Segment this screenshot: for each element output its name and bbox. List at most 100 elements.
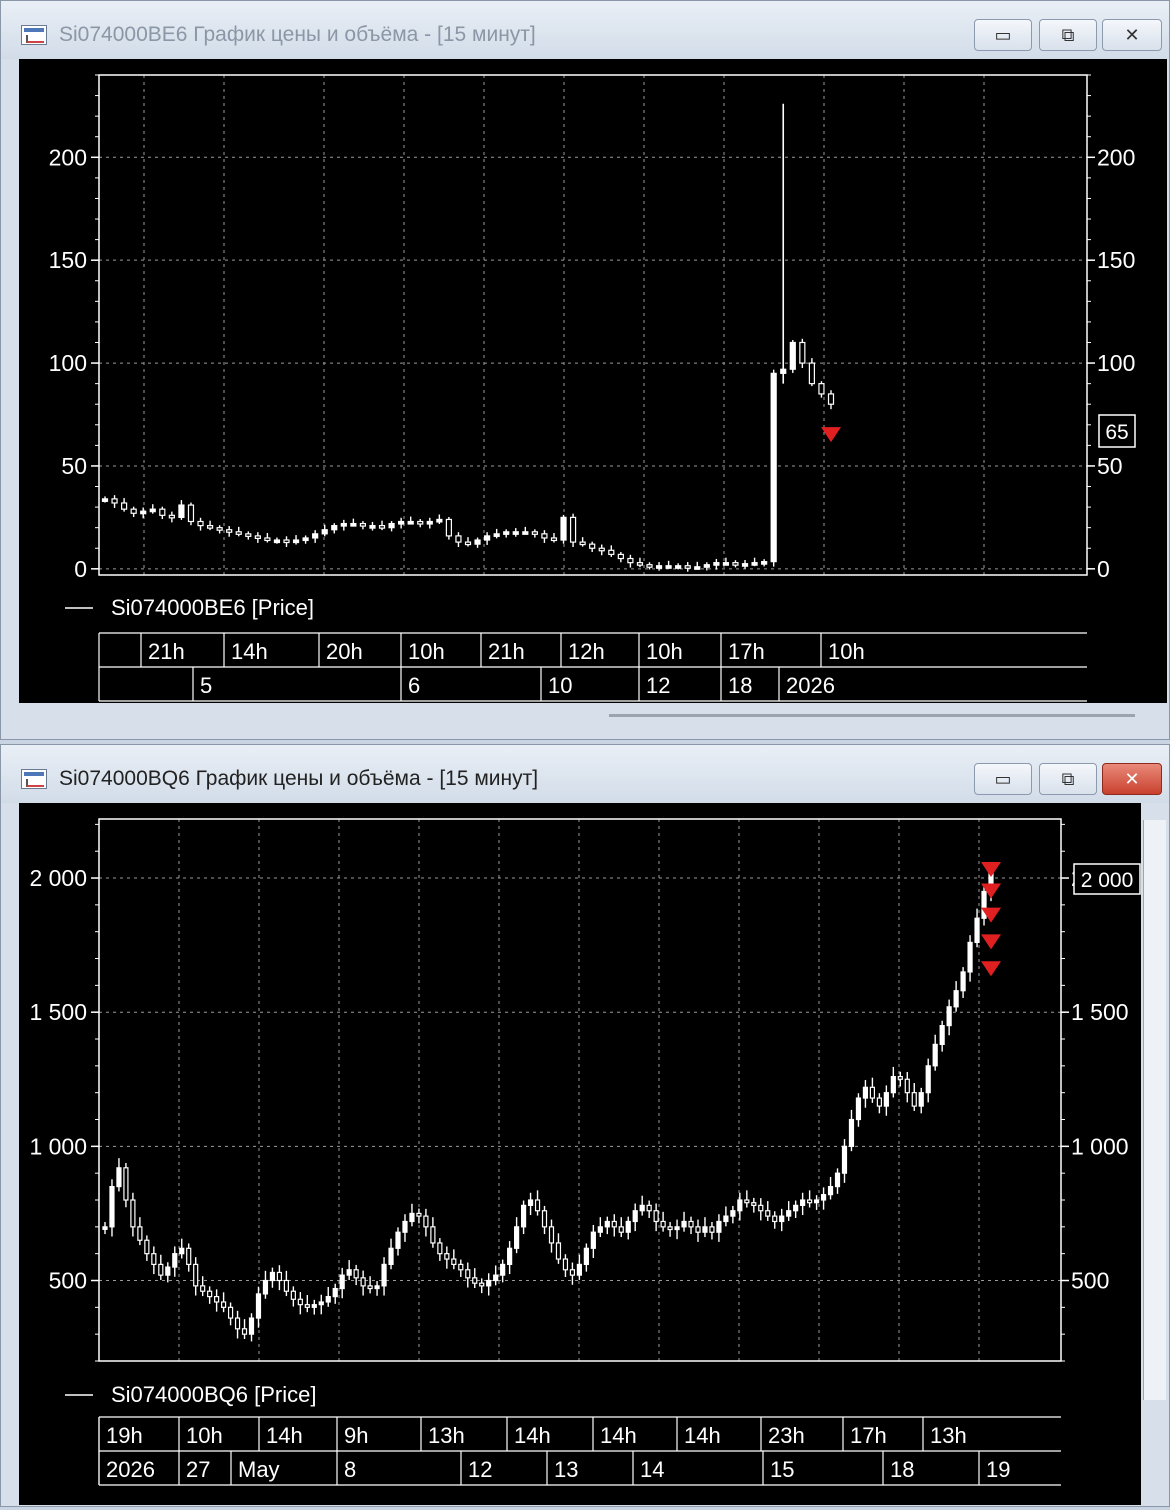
candle-body xyxy=(430,1226,436,1244)
close-button[interactable]: ✕ xyxy=(1102,763,1162,795)
maximize-button[interactable]: ⧉ xyxy=(1039,763,1097,795)
time-label: 21h xyxy=(488,639,525,664)
candle-body xyxy=(807,1199,813,1204)
candle-body xyxy=(646,564,653,568)
candle-body xyxy=(283,539,290,544)
candle-body xyxy=(109,1185,115,1228)
time-label: 14h xyxy=(231,639,268,664)
candle-body xyxy=(541,533,548,539)
candle-body xyxy=(953,990,959,1008)
candle-body xyxy=(608,549,615,556)
date-label: 15 xyxy=(770,1457,794,1482)
candle-body xyxy=(493,1274,499,1282)
candle-body xyxy=(770,372,777,563)
candle-body xyxy=(197,520,204,527)
candle-body xyxy=(339,1274,345,1290)
chart-area[interactable]: 0 0 50 50 100 100 150 150 200 200 65 Si074000BE6 … xyxy=(19,59,1167,707)
candle-body xyxy=(967,941,973,973)
candle-body xyxy=(436,518,443,523)
candle-body xyxy=(227,1306,234,1319)
candle-body xyxy=(981,890,987,919)
maximize-button[interactable]: ⧉ xyxy=(1039,19,1097,51)
candle-body xyxy=(702,1226,708,1233)
candle-body xyxy=(932,1043,938,1067)
y-tick-label: 150 xyxy=(49,247,87,273)
minimize-button[interactable]: ▭ xyxy=(974,763,1032,795)
candle-body xyxy=(827,393,835,405)
candle-body xyxy=(744,1199,750,1204)
time-label: 10h xyxy=(646,639,683,664)
candle-body xyxy=(800,1199,806,1206)
y-tick-label: 100 xyxy=(49,350,87,376)
candle-body xyxy=(751,562,758,566)
candle-body xyxy=(402,1220,408,1233)
candle-body xyxy=(667,1226,673,1231)
time-label: 21h xyxy=(148,639,185,664)
price-chart[interactable]: 5005001 0001 0001 5001 5002 0002 000 2 0… xyxy=(19,803,1141,1505)
candle-body xyxy=(206,525,214,529)
time-label: 9h xyxy=(344,1423,368,1448)
y-tick-label: 1 500 xyxy=(29,999,87,1025)
candle-body xyxy=(925,1065,931,1094)
candle-body xyxy=(522,531,529,535)
horizontal-scrollbar[interactable] xyxy=(609,714,1135,717)
candle-body xyxy=(302,537,309,542)
candle-body xyxy=(527,1199,534,1206)
candle-body xyxy=(369,525,376,529)
candle-body xyxy=(713,562,720,566)
candle-body xyxy=(611,1220,617,1228)
candle-body xyxy=(653,1210,659,1223)
candle-body xyxy=(474,539,481,545)
candle-body xyxy=(423,1215,429,1228)
candle-body xyxy=(793,1204,799,1212)
candle-body xyxy=(269,1271,276,1282)
candle-body xyxy=(765,1210,771,1217)
candle-body xyxy=(312,533,319,539)
candle-body xyxy=(897,1075,903,1080)
candle-body xyxy=(761,561,768,565)
minimize-button[interactable]: ▭ xyxy=(974,19,1032,51)
candle-body xyxy=(758,1204,764,1212)
title-bar[interactable]: Si074000BE6 График цены и объёма - [15 м… xyxy=(1,1,1169,59)
time-label: 17h xyxy=(728,639,765,664)
candle-body xyxy=(235,531,242,535)
candle-body xyxy=(248,1317,255,1335)
candle-body xyxy=(325,1296,331,1303)
candle-body xyxy=(709,1226,715,1233)
price-chart[interactable]: 0 050 50100 100150 150200 200 65 Si074000BE6 … xyxy=(19,59,1167,707)
candle-body xyxy=(254,535,261,540)
candle-body xyxy=(772,1215,778,1223)
candle-body xyxy=(589,543,596,549)
y-tick-label: 500 xyxy=(49,1268,87,1294)
candle-body xyxy=(655,565,663,569)
candle-body xyxy=(101,498,109,502)
candle-body xyxy=(417,520,424,525)
date-label: 14 xyxy=(640,1457,664,1482)
candle-body xyxy=(359,522,367,527)
chart-window-2: Si074000BQ6 График цены и объёма - [15 м… xyxy=(0,744,1170,1507)
title-bar[interactable]: Si074000BQ6 График цены и объёма - [15 м… xyxy=(1,745,1169,803)
sell-marker xyxy=(981,961,1001,977)
candle-body xyxy=(214,1296,220,1303)
price-badge: 65 xyxy=(1105,421,1128,444)
candle-body xyxy=(799,341,806,364)
candle-body xyxy=(123,1167,129,1201)
time-label: 17h xyxy=(850,1423,887,1448)
candle-body xyxy=(426,520,433,525)
candle-body xyxy=(789,341,796,370)
candle-body xyxy=(869,1086,876,1099)
candle-body xyxy=(374,1285,380,1290)
candle-body xyxy=(597,1226,603,1233)
candle-body xyxy=(187,504,195,523)
candle-body xyxy=(646,1204,652,1212)
chart-area[interactable]: 5005001 0001 0001 5001 5002 0002 000 2 0… xyxy=(19,803,1141,1505)
candle-body xyxy=(159,508,166,516)
close-button[interactable]: ✕ xyxy=(1102,19,1162,51)
candle-body xyxy=(660,1220,666,1228)
candle-body xyxy=(346,1269,352,1276)
vertical-scrollbar[interactable] xyxy=(1143,820,1166,1400)
candle-body xyxy=(273,539,281,544)
candle-body xyxy=(675,565,682,569)
candle-body xyxy=(226,529,233,533)
candle-body xyxy=(855,1097,862,1121)
